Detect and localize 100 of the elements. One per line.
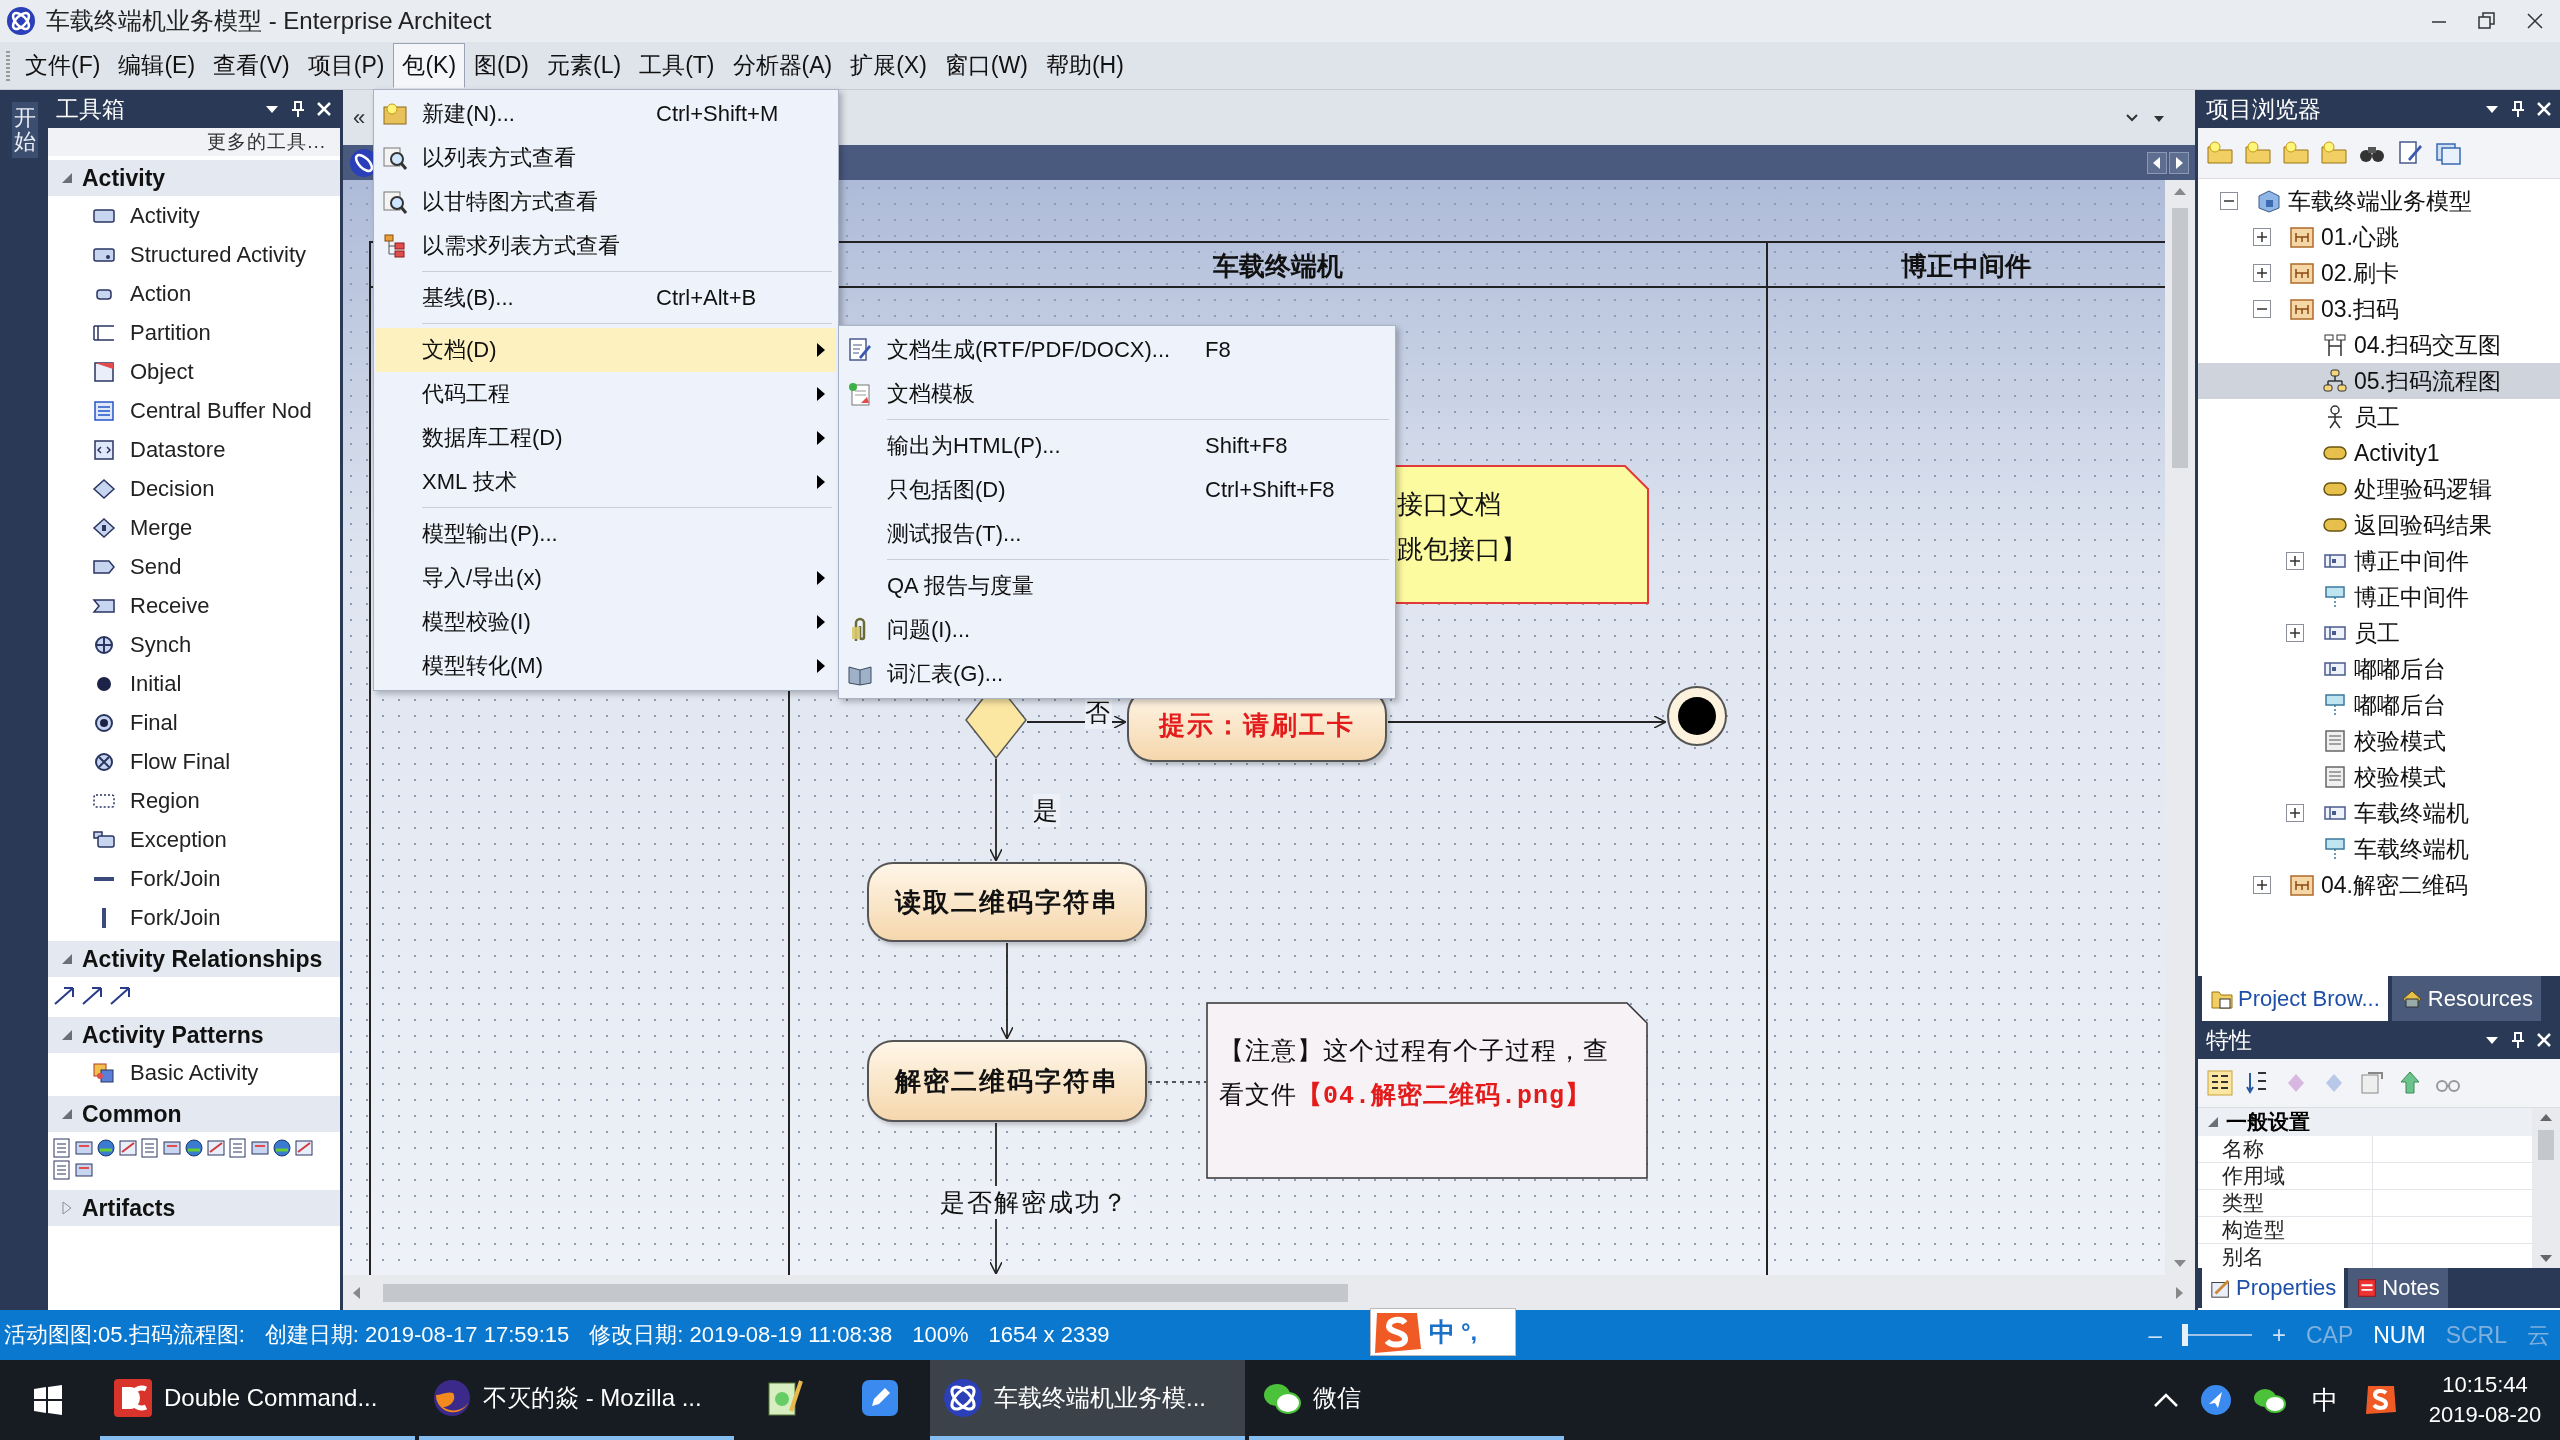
restore-icon[interactable] (2476, 10, 2498, 32)
menu-item[interactable]: 基线(B)... Ctrl+Alt+B (376, 276, 836, 320)
tool-icon[interactable] (184, 1138, 204, 1158)
vertical-scrollbar[interactable] (2532, 1108, 2560, 1268)
menu-item[interactable]: 扩展(X) (841, 43, 936, 88)
section-header[interactable]: Common (48, 1096, 340, 1132)
close-icon[interactable] (2536, 101, 2552, 117)
input-mode-toggle[interactable]: 中 (1429, 1314, 1455, 1350)
toolbox-item[interactable]: Basic Activity (48, 1053, 340, 1092)
section-header[interactable]: Activity (48, 160, 340, 196)
toolbox-item[interactable]: Partition (48, 313, 340, 352)
tree-item[interactable]: 02.刷卡 (2198, 255, 2560, 291)
tool-icon[interactable] (96, 1138, 116, 1158)
tree-item[interactable]: 返回验码结果 (2198, 507, 2560, 543)
panel-tab[interactable]: Properties (2202, 1268, 2345, 1308)
menu-item[interactable]: 元素(L) (538, 43, 631, 88)
vertical-scrollbar[interactable] (2165, 180, 2195, 1275)
pin-icon[interactable] (290, 100, 306, 118)
taskbar-button[interactable]: 不灭的焱 - Mozilla ... (419, 1360, 734, 1440)
close-icon[interactable] (316, 101, 332, 117)
side-tab[interactable]: 开始 (12, 102, 38, 159)
menu-item[interactable]: 数据库工程(D) (376, 416, 836, 460)
menu-item[interactable]: 文档模板 (841, 372, 1393, 416)
property-group[interactable]: 一般设置 (2198, 1108, 2532, 1136)
menu-item[interactable]: 导入/导出(x) (376, 556, 836, 600)
section-header[interactable]: Activity Relationships (48, 941, 340, 977)
menu-item[interactable]: 问题(I)... (841, 608, 1393, 652)
panel-tab[interactable]: Resources (2391, 976, 2541, 1021)
toolbox-item[interactable]: Flow Final (48, 742, 340, 781)
tree-item[interactable]: 04.扫码交互图 (2198, 327, 2560, 363)
horizontal-scrollbar[interactable] (343, 1275, 2195, 1310)
toolbox-item[interactable]: Fork/Join (48, 898, 340, 937)
menu-item[interactable]: 项目(P) (298, 43, 394, 88)
tree-item[interactable]: 04.解密二维码 (2198, 867, 2560, 903)
edit-icon[interactable] (2396, 139, 2424, 167)
document-icon[interactable] (2358, 1069, 2386, 1097)
categories-icon[interactable] (2206, 1069, 2234, 1097)
slider-thumb[interactable] (2181, 1324, 2188, 1346)
toolbox-item[interactable]: Datastore (48, 430, 340, 469)
tree-item[interactable]: 校验模式 (2198, 723, 2560, 759)
menu-item[interactable]: 只包括图(D) Ctrl+Shift+F8 (841, 468, 1393, 512)
menu-item[interactable]: 包(K) (393, 43, 466, 88)
tree-item[interactable]: 员工 (2198, 615, 2560, 651)
menu-item[interactable]: 新建(N)... Ctrl+Shift+M (376, 92, 836, 136)
scroll-left-icon[interactable] (2147, 151, 2167, 174)
expand-icon[interactable] (2286, 552, 2304, 570)
expand-icon[interactable] (2253, 228, 2271, 246)
tool-icon[interactable] (294, 1138, 314, 1158)
tree-item[interactable]: 嘟嘟后台 (2198, 651, 2560, 687)
toolbox-item[interactable]: Final (48, 703, 340, 742)
section-header[interactable]: Artifacts (48, 1190, 340, 1226)
scroll-down-icon[interactable] (2173, 1259, 2187, 1269)
menu-item[interactable]: 代码工程 (376, 372, 836, 416)
collapse-icon[interactable] (2220, 192, 2238, 210)
tree-item[interactable]: 车载终端机 (2198, 831, 2560, 867)
taskbar-button[interactable]: 车载终端机业务模... (930, 1360, 1245, 1440)
panel-tab[interactable]: Project Brow... (2202, 976, 2388, 1021)
toolbox-item[interactable]: Object (48, 352, 340, 391)
toolbox-item[interactable]: Structured Activity (48, 235, 340, 274)
menu-item[interactable]: 查看(V) (204, 43, 299, 88)
toolbox-item[interactable]: Fork/Join (48, 859, 340, 898)
input-method-logo-icon[interactable] (2364, 1383, 2398, 1417)
tree-item[interactable]: 01.心跳 (2198, 219, 2560, 255)
menu-item[interactable]: 窗口(W) (935, 43, 1037, 88)
tree-item[interactable]: 博正中间件 (2198, 543, 2560, 579)
toolbox-item[interactable]: Action (48, 274, 340, 313)
toolbox-item[interactable]: Exception (48, 820, 340, 859)
scroll-right-icon[interactable] (2175, 1285, 2185, 1300)
section-header[interactable]: Activity Patterns (48, 1017, 340, 1053)
menu-item[interactable]: 测试报告(T)... (841, 512, 1393, 556)
tree-item[interactable]: Activity1 (2198, 435, 2560, 471)
menu-item[interactable]: 编辑(E) (109, 43, 205, 88)
menu-item[interactable]: 帮助(H) (1036, 43, 1133, 88)
menu-item[interactable]: 以需求列表方式查看 (376, 224, 836, 268)
collapse-icon[interactable] (2253, 300, 2271, 318)
scrollbar-thumb[interactable] (383, 1283, 1348, 1302)
menu-item[interactable]: 模型输出(P)... (376, 512, 836, 556)
taskbar-button[interactable]: Double Command... (100, 1360, 415, 1440)
scroll-down-icon[interactable] (2539, 1254, 2553, 1264)
menu-item[interactable]: QA 报告与度量 (841, 564, 1393, 608)
toolbox-item[interactable]: Region (48, 781, 340, 820)
punctuation-toggle[interactable]: °, (1461, 1318, 1478, 1346)
scroll-up-icon[interactable] (2173, 186, 2187, 196)
tool-icon[interactable] (206, 1138, 226, 1158)
menu-item[interactable]: 文档(D) (376, 328, 836, 372)
scroll-left-icon[interactable] (351, 1285, 361, 1300)
toolbox-item[interactable]: Receive (48, 586, 340, 625)
panel-tab[interactable]: Notes (2348, 1268, 2448, 1308)
language-indicator[interactable]: 中 (2312, 1382, 2338, 1418)
expand-icon[interactable] (2286, 624, 2304, 642)
close-icon[interactable] (2536, 1032, 2552, 1048)
toolbox-item[interactable]: Activity (48, 196, 340, 235)
clock-time[interactable]: 10:15:44 (2442, 1370, 2528, 1400)
menu-item[interactable]: 文档生成(RTF/PDF/DOCX)... F8 (841, 328, 1393, 372)
toolbox-item[interactable]: Decision (48, 469, 340, 508)
tree-item[interactable]: 嘟嘟后台 (2198, 687, 2560, 723)
tree-item[interactable]: 处理验码逻辑 (2198, 471, 2560, 507)
menu-item[interactable]: 输出为HTML(P)... Shift+F8 (841, 424, 1393, 468)
toolbox-item[interactable]: Synch (48, 625, 340, 664)
scrollbar-thumb[interactable] (2172, 208, 2188, 468)
